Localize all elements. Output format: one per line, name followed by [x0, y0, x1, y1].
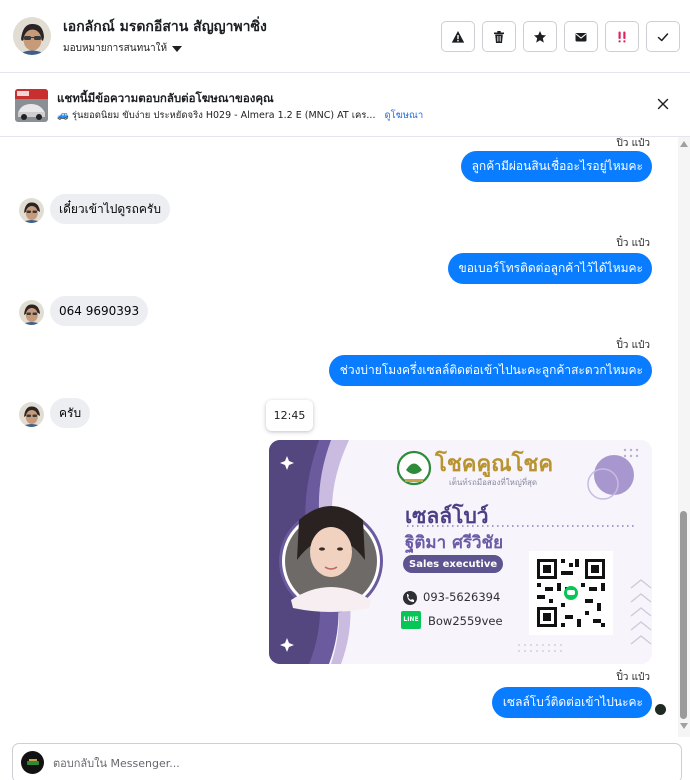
scroll-down-arrow-icon[interactable] [680, 723, 688, 729]
scroll-up-arrow-icon[interactable] [680, 141, 688, 147]
outgoing-message[interactable]: ลูกค้ามีผ่อนสินเชื่ออะไรอยู่ไหมคะ [460, 151, 652, 182]
close-icon [657, 98, 669, 110]
sender-name: ปิ๋ว แป๋ว [616, 340, 650, 351]
conversation-header: เอกลักณ์ มรดกอีสาน สัญญาพาซิ่ง มอบหมายกา… [0, 0, 690, 73]
banner-title: แชทนี้มีข้อความตอบกลับต่อโฆษณาของคุณ [57, 91, 274, 105]
assign-label: มอบหมายการสนทนาให้ [63, 43, 168, 54]
assign-conversation-dropdown[interactable]: มอบหมายการสนทนาให้ [63, 41, 183, 56]
warning-icon [451, 30, 465, 43]
outgoing-message[interactable]: ขอเบอร์โทรติดต่อลูกค้าไว้ได้ไหมคะ [447, 253, 652, 284]
line-icon: LINE [403, 616, 419, 623]
thread-scrollbar[interactable] [678, 137, 690, 737]
incoming-message[interactable]: 064 9690393 [50, 296, 149, 326]
spam-button[interactable] [441, 21, 475, 52]
sender-name: ปิ๋ว แป๋ว [616, 138, 650, 149]
page-logo-icon [26, 758, 39, 765]
follow-up-button[interactable] [605, 21, 639, 52]
card-role-badge: Sales executive [403, 555, 504, 573]
card-fullname: ฐิติมา ศรีวิชัย [405, 533, 504, 553]
contact-avatar[interactable] [13, 17, 51, 55]
double-exclamation-icon [618, 31, 626, 42]
incoming-message[interactable]: ครับ [50, 398, 91, 428]
delete-button[interactable] [482, 21, 516, 52]
mark-unread-button[interactable] [564, 21, 598, 52]
star-button[interactable] [523, 21, 557, 52]
ad-reply-banner: แชทนี้มีข้อความตอบกลับต่อโฆษณาของคุณ 🚙 ร… [0, 73, 690, 137]
sales-business-card-image[interactable]: โชคคูณโชค เต็นท์รถมือสองที่ใหญ่ที่สุด เซ… [269, 440, 652, 664]
sender-name: ปิ๋ว แป๋ว [616, 672, 650, 683]
contact-avatar-small [19, 198, 44, 223]
ad-description: 🚙 รุ่นยอดนิยม ขับง่าย ประหยัดจริง H029 -… [57, 110, 376, 121]
close-banner-button[interactable] [653, 94, 673, 114]
card-tagline: เต็นท์รถมือสองที่ใหญ่ที่สุด [449, 478, 538, 487]
banner-subtitle-row: 🚙 รุ่นยอดนิยม ขับง่าย ประหยัดจริง H029 -… [57, 108, 423, 123]
view-ad-link[interactable]: ดูโฆษณา [384, 108, 423, 123]
ad-thumbnail[interactable] [15, 89, 48, 122]
card-line-id: Bow2559vee [428, 614, 503, 628]
card-phone: 093-5626394 [423, 590, 501, 604]
scrollbar-thumb[interactable] [680, 511, 687, 719]
timestamp-tooltip: 12:45 [266, 400, 313, 431]
contact-name[interactable]: เอกลักณ์ มรดกอีสาน สัญญาพาซิ่ง [63, 16, 267, 38]
trash-icon [494, 30, 504, 43]
envelope-icon [575, 32, 587, 41]
message-thread[interactable]: ปิ๋ว แป๋ว ลูกค้ามีผ่อนสินเชื่ออะไรอยู่ไห… [0, 137, 678, 737]
contact-avatar-small [19, 300, 44, 325]
caret-down-icon [172, 45, 183, 52]
seen-indicator-avatar [654, 703, 667, 716]
incoming-message[interactable]: เดี๋ยวเข้าไปดูรถครับ [50, 194, 170, 224]
reply-input[interactable] [53, 752, 613, 774]
page-avatar [21, 751, 44, 774]
outgoing-message[interactable]: ช่วงบ่ายโมงครึ่งเซลล์ติดต่อเข้าไปนะคะลูก… [328, 355, 652, 386]
sender-name: ปิ๋ว แป๋ว [616, 238, 650, 249]
checkmark-icon [657, 32, 669, 41]
outgoing-message[interactable]: เซลล์โบว์ติดต่อเข้าไปนะคะ [491, 687, 652, 718]
contact-avatar-small [19, 402, 44, 427]
mark-done-button[interactable] [646, 21, 680, 52]
star-icon [534, 30, 546, 43]
header-actions [441, 21, 680, 52]
reply-composer [12, 743, 682, 780]
